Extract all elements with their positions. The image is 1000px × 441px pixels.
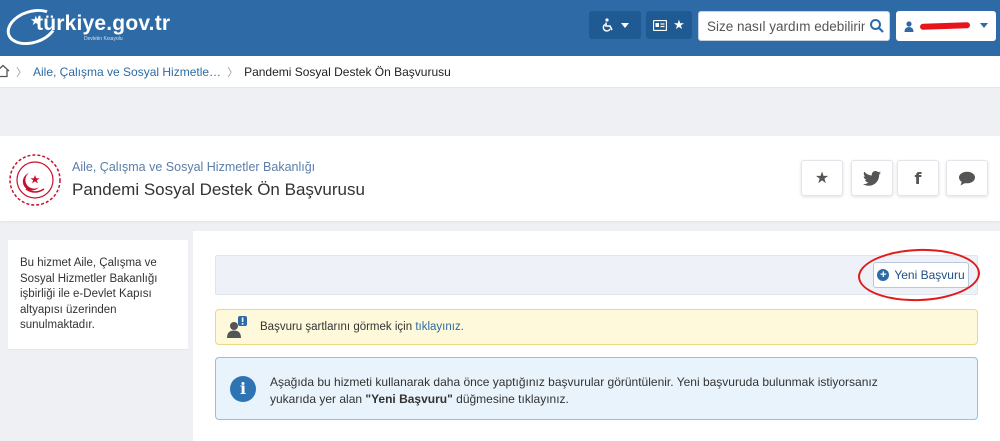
ministry-emblem-icon: [9, 154, 61, 206]
breadcrumb-link-ministry[interactable]: Aile, Çalışma ve Sosyal Hizmetle…: [33, 65, 221, 79]
new-application-button[interactable]: + Yeni Başvuru: [873, 262, 969, 288]
top-header: ★ türkiye.gov.tr Devletin Kısayolu ★: [0, 0, 1000, 56]
info-alert: i Aşağıda bu hizmeti kullanarak daha önc…: [215, 357, 978, 420]
site-logo[interactable]: ★ türkiye.gov.tr Devletin Kısayolu: [2, 2, 206, 52]
info-icon: i: [230, 376, 256, 402]
requirements-text: Başvuru şartlarını görmek için tıklayını…: [260, 321, 464, 333]
service-organization[interactable]: Aile, Çalışma ve Sosyal Hizmetler Bakanl…: [72, 160, 315, 174]
page-title: Pandemi Sosyal Destek Ön Başvurusu: [72, 180, 365, 199]
breadcrumb: 〉 Aile, Çalışma ve Sosyal Hizmetle… 〉 Pa…: [0, 56, 1000, 88]
info-line-2-bold: "Yeni Başvuru": [365, 392, 453, 406]
search-box: [698, 11, 890, 41]
share-twitter-button[interactable]: [851, 160, 893, 196]
info-line-1: Aşağıda bu hizmeti kullanarak daha önce …: [270, 375, 878, 389]
accessibility-icon: [602, 18, 613, 32]
chevron-down-icon: [980, 23, 988, 28]
home-icon[interactable]: [0, 64, 10, 78]
main-content: + Yeni Başvuru Başvuru şartlarını görmek…: [193, 231, 1000, 441]
comment-button[interactable]: [946, 160, 988, 196]
info-text: Aşağıda bu hizmeti kullanarak daha önce …: [270, 374, 960, 408]
plus-circle-icon: +: [877, 269, 890, 281]
actions-toolbar: + Yeni Başvuru: [215, 255, 978, 295]
new-application-label: Yeni Başvuru: [894, 268, 965, 282]
user-alert-icon: [227, 316, 247, 338]
user-icon: [904, 20, 914, 32]
star-icon: ★: [814, 170, 830, 187]
logo-text: türkiye.gov.tr: [36, 12, 171, 35]
service-description-panel: Bu hizmet Aile, Çalışma ve Sosyal Hizmet…: [8, 240, 188, 350]
search-icon[interactable]: [869, 18, 885, 34]
breadcrumb-current: Pandemi Sosyal Destek Ön Başvurusu: [244, 64, 451, 79]
share-facebook-button[interactable]: f: [897, 160, 939, 196]
favorites-button[interactable]: ★: [646, 11, 692, 39]
breadcrumb-separator: 〉: [227, 66, 239, 79]
facebook-icon: f: [914, 168, 922, 188]
twitter-icon: [863, 170, 881, 186]
service-header: Aile, Çalışma ve Sosyal Hizmetler Bakanl…: [0, 136, 1000, 221]
star-icon: ★: [673, 17, 685, 32]
breadcrumb-separator: 〉: [16, 66, 27, 79]
id-card-icon: [653, 19, 668, 31]
requirements-prefix: Başvuru şartlarını görmek için: [260, 321, 416, 333]
info-line-2-prefix: yukarıda yer alan: [270, 392, 366, 406]
favorite-button[interactable]: ★: [801, 160, 843, 196]
comment-icon: [959, 171, 975, 185]
redacted-username: [919, 22, 971, 30]
logo-subtext: Devletin Kısayolu: [84, 36, 123, 42]
service-description: Bu hizmet Aile, Çalışma ve Sosyal Hizmet…: [20, 257, 158, 331]
requirements-alert: Başvuru şartlarını görmek için tıklayını…: [215, 309, 978, 345]
user-menu-button[interactable]: [896, 11, 996, 41]
info-line-2-suffix: düğmesine tıklayınız.: [452, 392, 569, 406]
chevron-down-icon: [621, 22, 629, 28]
accessibility-button[interactable]: [589, 11, 641, 39]
requirements-link[interactable]: tıklayınız.: [415, 321, 464, 333]
search-input[interactable]: [699, 12, 865, 40]
